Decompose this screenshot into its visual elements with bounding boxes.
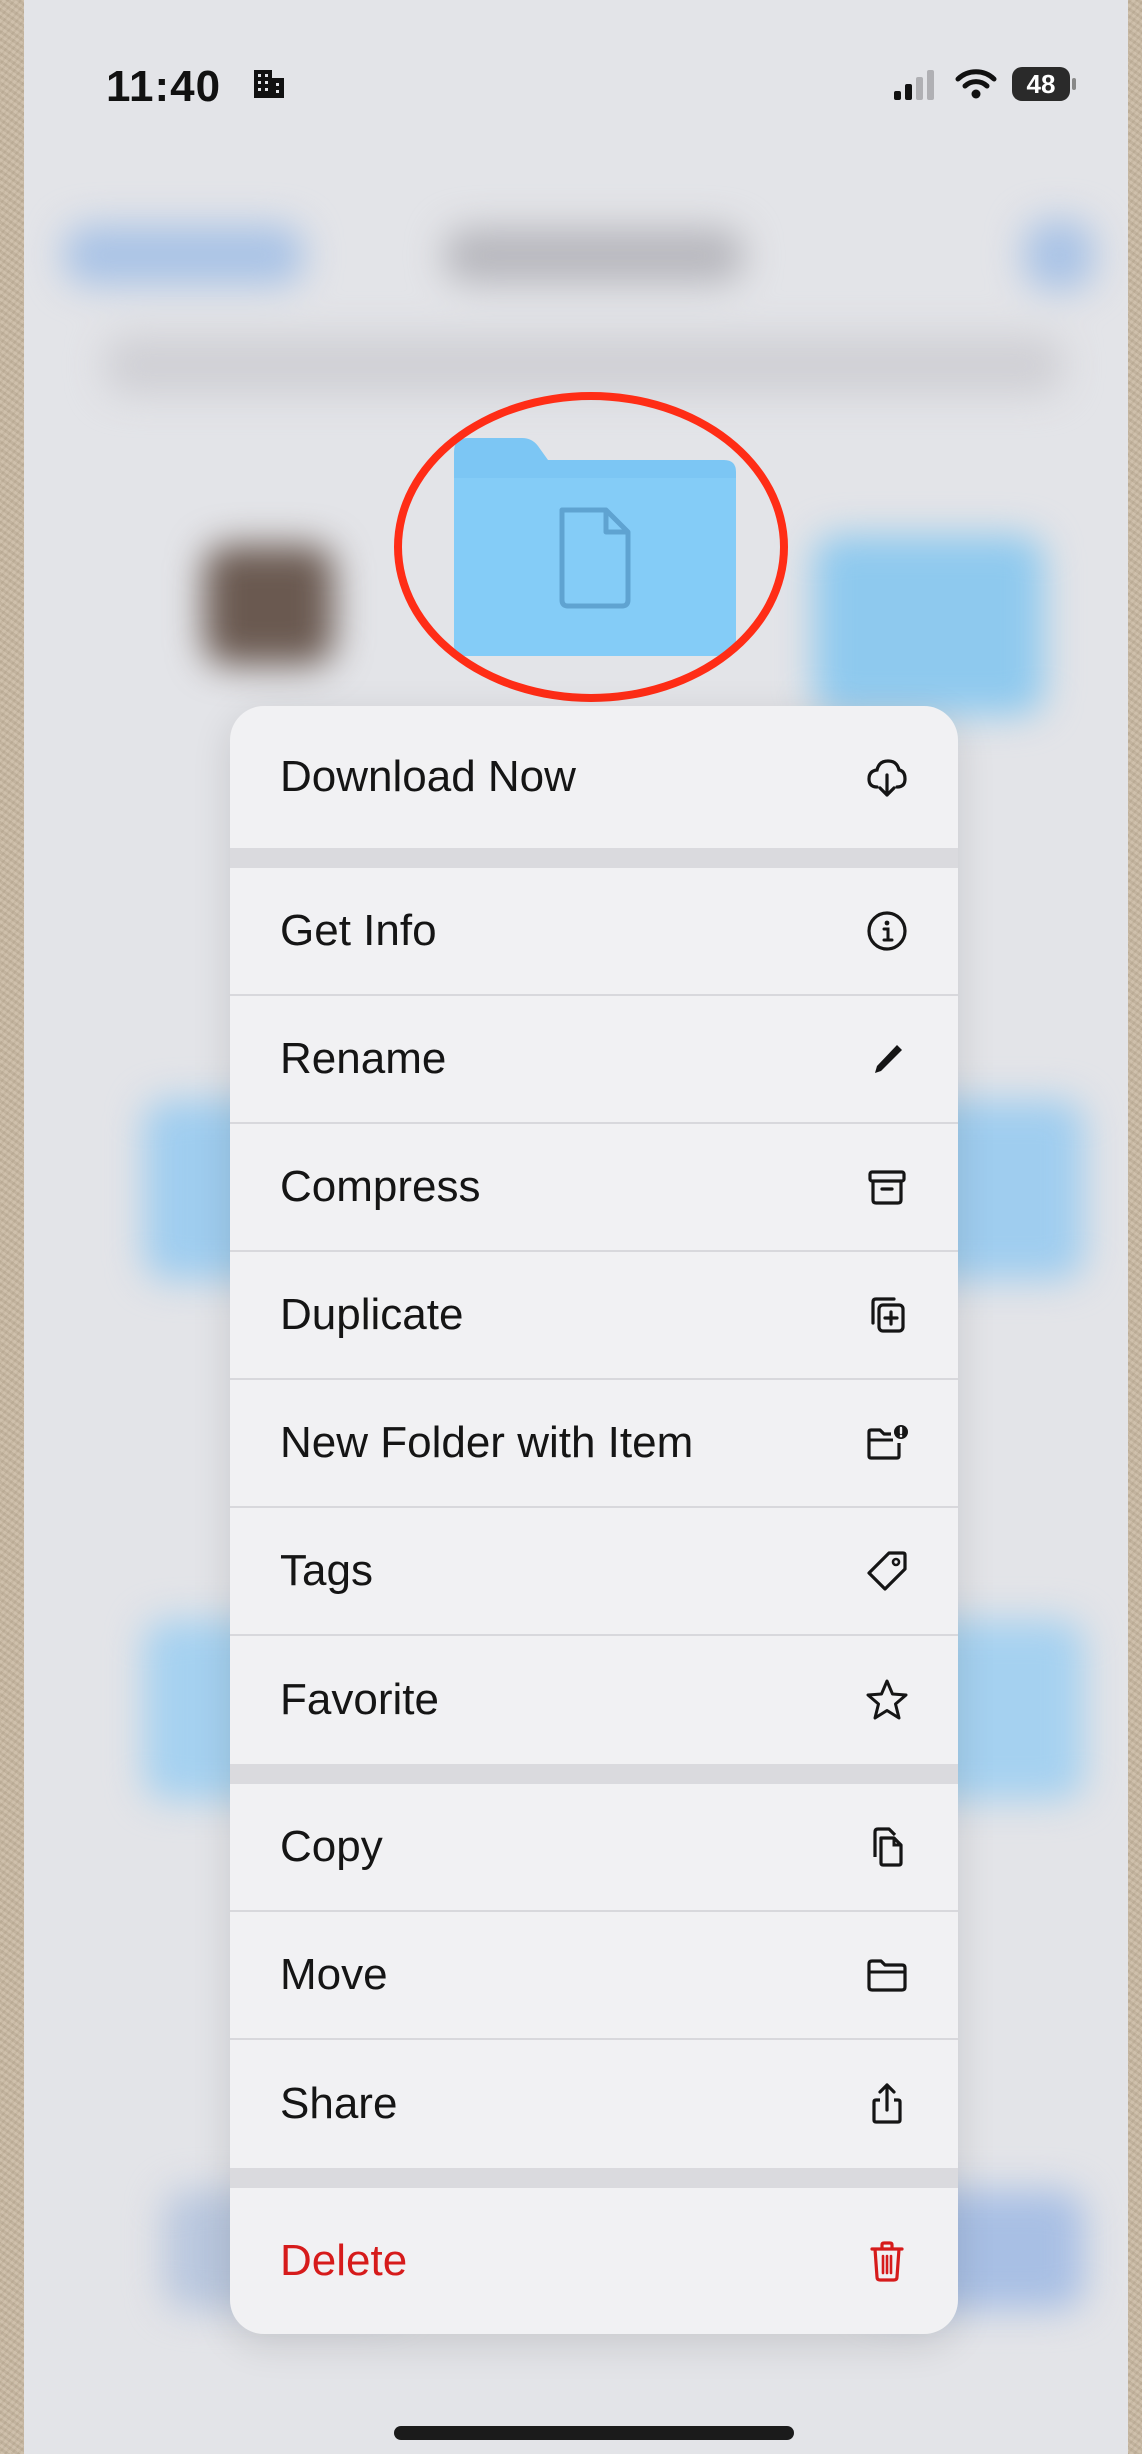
status-indicators: 48 — [892, 62, 1076, 106]
duplicate-icon — [860, 1288, 914, 1342]
menu-item-label: Rename — [280, 1034, 447, 1083]
menu-item-download-now[interactable]: Download Now — [230, 706, 958, 848]
menu-separator — [230, 1764, 958, 1784]
cellular-signal-icon — [894, 70, 934, 100]
info-icon — [860, 904, 914, 958]
menu-item-label: Move — [280, 1950, 388, 1999]
menu-item-copy[interactable]: Copy — [230, 1784, 958, 1912]
menu-item-move[interactable]: Move — [230, 1912, 958, 2040]
pencil-icon — [860, 1032, 914, 1086]
copy-icon — [860, 1820, 914, 1874]
highlight-circle — [394, 392, 788, 702]
menu-item-label: Copy — [280, 1822, 383, 1871]
menu-item-label: Duplicate — [280, 1290, 464, 1339]
menu-item-tags[interactable]: Tags — [230, 1508, 958, 1636]
battery-indicator: 48 — [1012, 67, 1076, 101]
wifi-icon — [955, 69, 997, 99]
menu-item-new-folder-with-item[interactable]: New Folder with Item — [230, 1380, 958, 1508]
menu-item-label: Download Now — [280, 752, 576, 801]
trash-icon — [860, 2234, 914, 2288]
menu-item-delete[interactable]: Delete — [230, 2188, 958, 2334]
menu-item-label: Favorite — [280, 1675, 439, 1724]
context-menu: Download Now Get Info Rename Compress Du… — [230, 706, 958, 2334]
menu-item-get-info[interactable]: Get Info — [230, 868, 958, 996]
share-icon — [860, 2077, 914, 2131]
tag-icon — [860, 1544, 914, 1598]
menu-item-label: Delete — [280, 2236, 408, 2285]
menu-item-label: Tags — [280, 1546, 373, 1595]
menu-separator — [230, 848, 958, 868]
menu-item-compress[interactable]: Compress — [230, 1124, 958, 1252]
menu-item-label: Share — [280, 2079, 398, 2128]
menu-item-label: Compress — [280, 1162, 481, 1211]
menu-item-share[interactable]: Share — [230, 2040, 958, 2168]
cloud-download-icon — [860, 750, 914, 804]
star-icon — [860, 1673, 914, 1727]
menu-item-favorite[interactable]: Favorite — [230, 1636, 958, 1764]
folder-badge-icon — [860, 1416, 914, 1470]
menu-item-label: New Folder with Item — [280, 1418, 694, 1467]
status-time: 11:40 — [106, 62, 222, 111]
home-indicator[interactable] — [394, 2426, 794, 2440]
menu-item-label: Get Info — [280, 906, 437, 955]
building-icon — [254, 70, 284, 98]
archive-box-icon — [860, 1160, 914, 1214]
folder-icon — [860, 1948, 914, 2002]
menu-separator — [230, 2168, 958, 2188]
phone-screen: 11:40 48 Download Now Get Info Rename Co… — [24, 0, 1128, 2454]
menu-item-duplicate[interactable]: Duplicate — [230, 1252, 958, 1380]
menu-item-rename[interactable]: Rename — [230, 996, 958, 1124]
